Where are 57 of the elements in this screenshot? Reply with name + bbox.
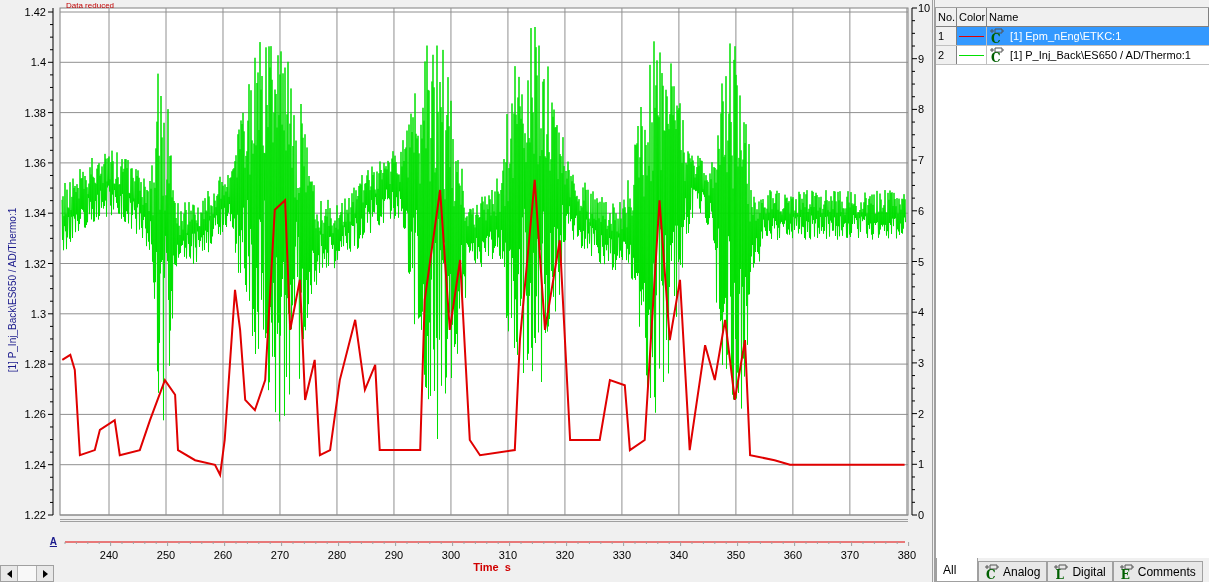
axis-tick-label: 1.26 [24,408,46,421]
axis-tick-label: 280 [327,549,347,561]
signal-row[interactable]: 2 C [1] P_Inj_Back\ES650 / AD/Thermo:1 [936,46,1209,65]
axis-tick-label: 340 [669,549,689,561]
tab[interactable]: All [936,558,978,582]
axis-tick-label: 1.28 [24,358,46,371]
row-number: 1 [936,27,957,45]
axis-tick-label: 6 [918,204,925,217]
axis-tick-label: 1.34 [24,207,46,220]
axis-tick-label: 330 [612,549,632,561]
tab[interactable]: L Digital [1047,561,1113,582]
signal-name: [1] Epm_nEng\ETKC:1 [1010,28,1122,44]
axis-tick-label: 380 [897,549,917,561]
axis-tick-label: 370 [840,549,860,561]
left-arrow-icon [6,569,12,578]
axis-tick-label: 2 [918,407,925,420]
signal-name: [1] P_Inj_Back\ES650 / AD/Thermo:1 [1010,47,1191,63]
axis-tick-label: 1.22 [24,509,46,519]
axis-tick-label: 350 [726,549,746,561]
axis-tick-label: 8 [918,103,925,116]
axis-tick-label: 1.36 [24,156,46,169]
x-axis-title: Time s [473,561,511,573]
column-header[interactable]: Color [957,8,987,26]
axis-tick-label: 7 [918,154,925,167]
row-number: 2 [936,46,957,64]
scrollbar-thumb[interactable] [17,566,37,581]
column-header[interactable]: Name [987,8,1209,26]
axis-tick-label: 1.24 [24,458,46,471]
axis-tick-label: 1 [918,458,925,471]
axis-tick-label: 320 [555,549,575,561]
column-header[interactable]: No. [936,8,957,26]
axis-link[interactable]: A [49,534,57,549]
axis-tick-label: 270 [270,549,290,561]
axis-tick-label: 1.42 [24,6,46,18]
axis-tick-label: 1.4 [30,56,46,69]
axis-tick-label: 310 [498,549,518,561]
axis-tick-label: 360 [783,549,803,561]
axis-tick-label: 0 [918,509,925,519]
y-axis-title: [1] P_Inj_Back\ES650 / AD/Thermo:1 [7,207,18,373]
axis-tick-label: 290 [384,549,404,561]
data-reduced-notice: Data reduced [66,1,115,10]
axis-tick-label: 1.3 [30,307,46,320]
tab[interactable]: E Comments [1112,561,1203,582]
axis-tick-label: 250 [156,549,176,561]
axis-tick-label: 5 [918,255,925,268]
right-arrow-icon [42,569,48,578]
axis-tick-label: 10 [918,2,931,14]
axis-tick-label: 1.32 [24,257,46,270]
axis-tick-label: 3 [918,356,925,369]
axis-tick-label: 240 [99,549,119,561]
axis-tick-label: 300 [441,549,461,561]
tab[interactable]: C Analog [978,561,1048,582]
axis-tick-label: 1.38 [24,106,46,119]
horizontal-scrollbar[interactable] [0,565,54,582]
axis-tick-label: 260 [213,549,233,561]
axis-tick-label: 9 [918,52,925,65]
axis-tick-label: 4 [918,306,925,319]
